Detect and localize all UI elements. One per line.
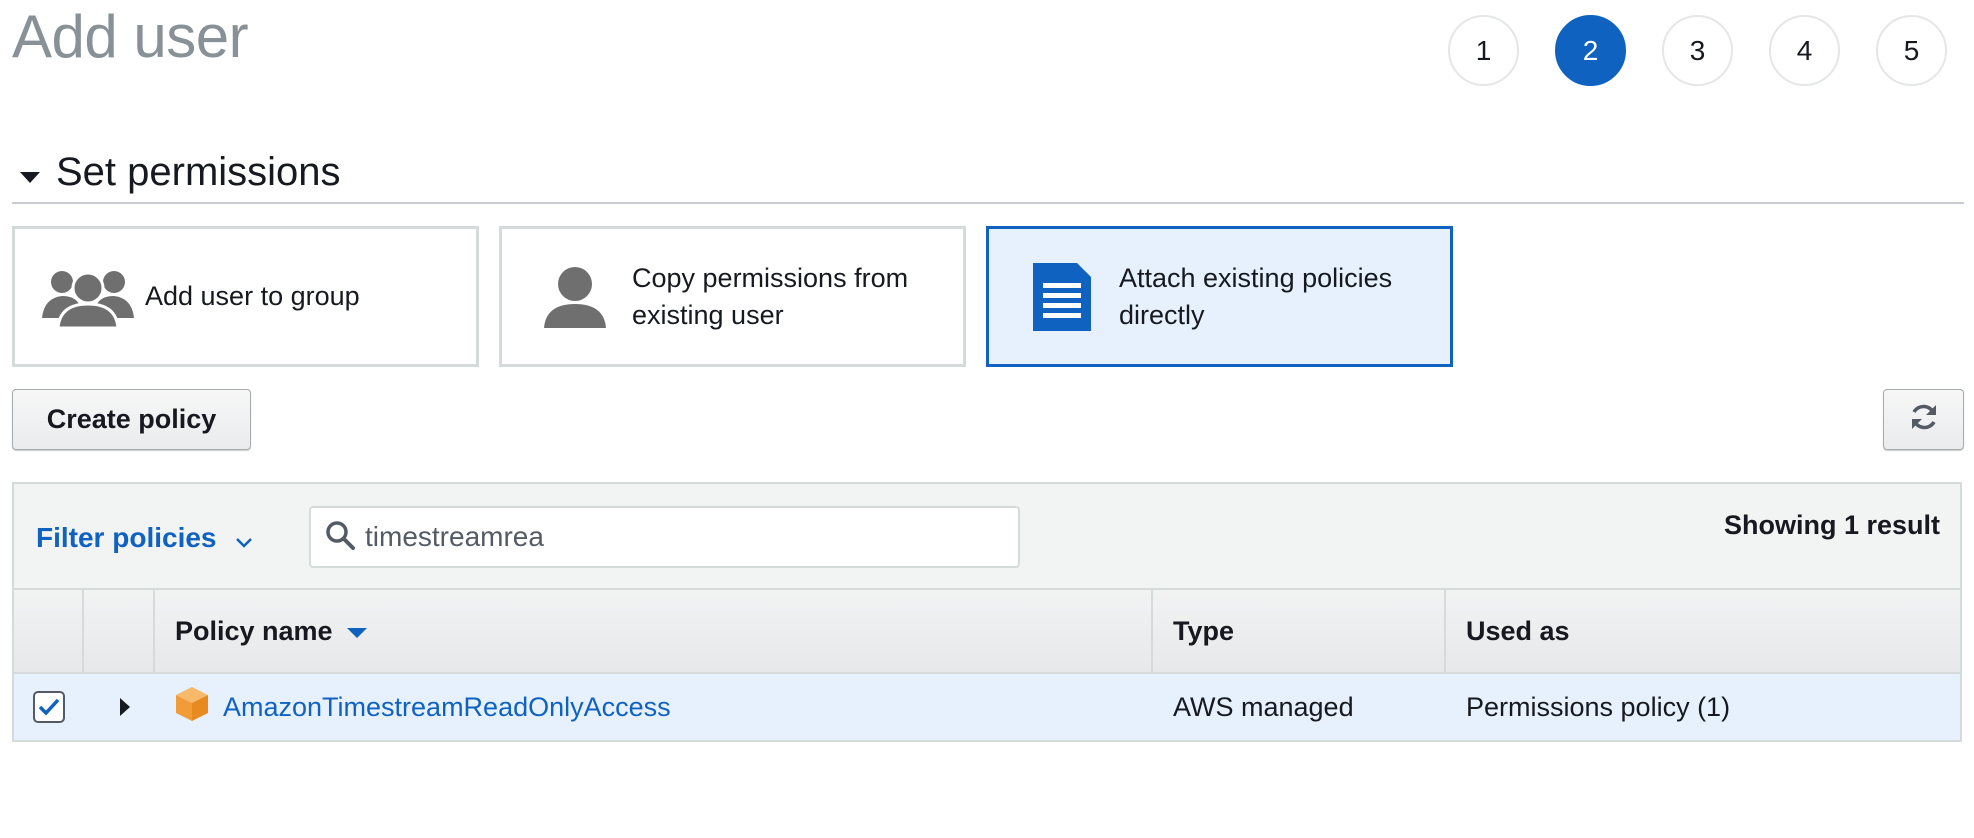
- column-header-policy-name[interactable]: Policy name: [155, 590, 1153, 672]
- filter-bar: Filter policies Showing 1 result: [14, 484, 1960, 590]
- step-5[interactable]: 5: [1876, 15, 1947, 86]
- expand-caret-icon[interactable]: [119, 698, 130, 716]
- users-group-icon: [41, 261, 135, 333]
- search-box: [309, 506, 1020, 568]
- policy-type-cell: AWS managed: [1173, 691, 1354, 722]
- refresh-button[interactable]: [1883, 389, 1964, 450]
- tile-label: Copy permissions from existing user: [632, 262, 909, 330]
- permission-options: Add user to group Copy permissions from …: [12, 226, 1453, 367]
- result-count: Showing 1 result: [1723, 510, 1940, 540]
- policies-table: Filter policies Showing 1 result Policy …: [12, 482, 1962, 742]
- step-4[interactable]: 4: [1769, 15, 1840, 86]
- step-2[interactable]: 2: [1555, 15, 1626, 86]
- section-title: Set permissions: [56, 150, 341, 194]
- column-header-type[interactable]: Type: [1153, 590, 1446, 672]
- tile-attach-policies[interactable]: Attach existing policies directly: [986, 226, 1453, 367]
- step-1[interactable]: 1: [1448, 15, 1519, 86]
- document-icon: [1015, 261, 1109, 333]
- aws-cube-icon: [175, 686, 209, 729]
- policy-name-cell: AmazonTimestreamReadOnlyAccess: [155, 674, 1153, 740]
- row-select-cell: [14, 674, 84, 740]
- column-header-used-as[interactable]: Used as: [1446, 590, 1960, 672]
- column-label: Policy name: [175, 615, 333, 646]
- table-header: Policy name Type Used as: [14, 590, 1960, 674]
- tile-copy-permissions[interactable]: Copy permissions from existing user: [499, 226, 966, 367]
- header-expand-column: [84, 590, 155, 672]
- wizard-steps: 1 2 3 4 5: [1448, 15, 1947, 86]
- search-input[interactable]: [365, 521, 965, 553]
- header-select-column: [14, 590, 84, 672]
- row-expand-cell: [84, 674, 155, 740]
- tile-add-user-to-group[interactable]: Add user to group: [12, 226, 479, 367]
- step-3[interactable]: 3: [1662, 15, 1733, 86]
- filter-label: Filter policies: [36, 522, 217, 553]
- create-policy-button[interactable]: Create policy: [12, 389, 251, 450]
- table-row[interactable]: AmazonTimestreamReadOnlyAccess AWS manag…: [14, 674, 1960, 740]
- caret-down-icon: [20, 172, 40, 183]
- search-icon: [325, 520, 355, 555]
- filter-policies-dropdown[interactable]: Filter policies: [36, 520, 253, 556]
- user-icon: [528, 261, 622, 333]
- policy-used-as-cell: Permissions policy (1): [1466, 691, 1731, 722]
- row-checkbox[interactable]: [33, 691, 65, 723]
- refresh-icon: [1909, 402, 1939, 437]
- set-permissions-section-header[interactable]: Set permissions: [12, 148, 1964, 204]
- sort-descending-icon: [346, 628, 367, 638]
- checkmark-icon: [38, 698, 60, 716]
- tile-label: Add user to group: [145, 281, 360, 311]
- tile-label: Attach existing policies directly: [1119, 262, 1393, 330]
- chevron-down-icon: [235, 524, 253, 556]
- policy-name-link[interactable]: AmazonTimestreamReadOnlyAccess: [223, 692, 671, 723]
- page-title: Add user: [12, 3, 249, 70]
